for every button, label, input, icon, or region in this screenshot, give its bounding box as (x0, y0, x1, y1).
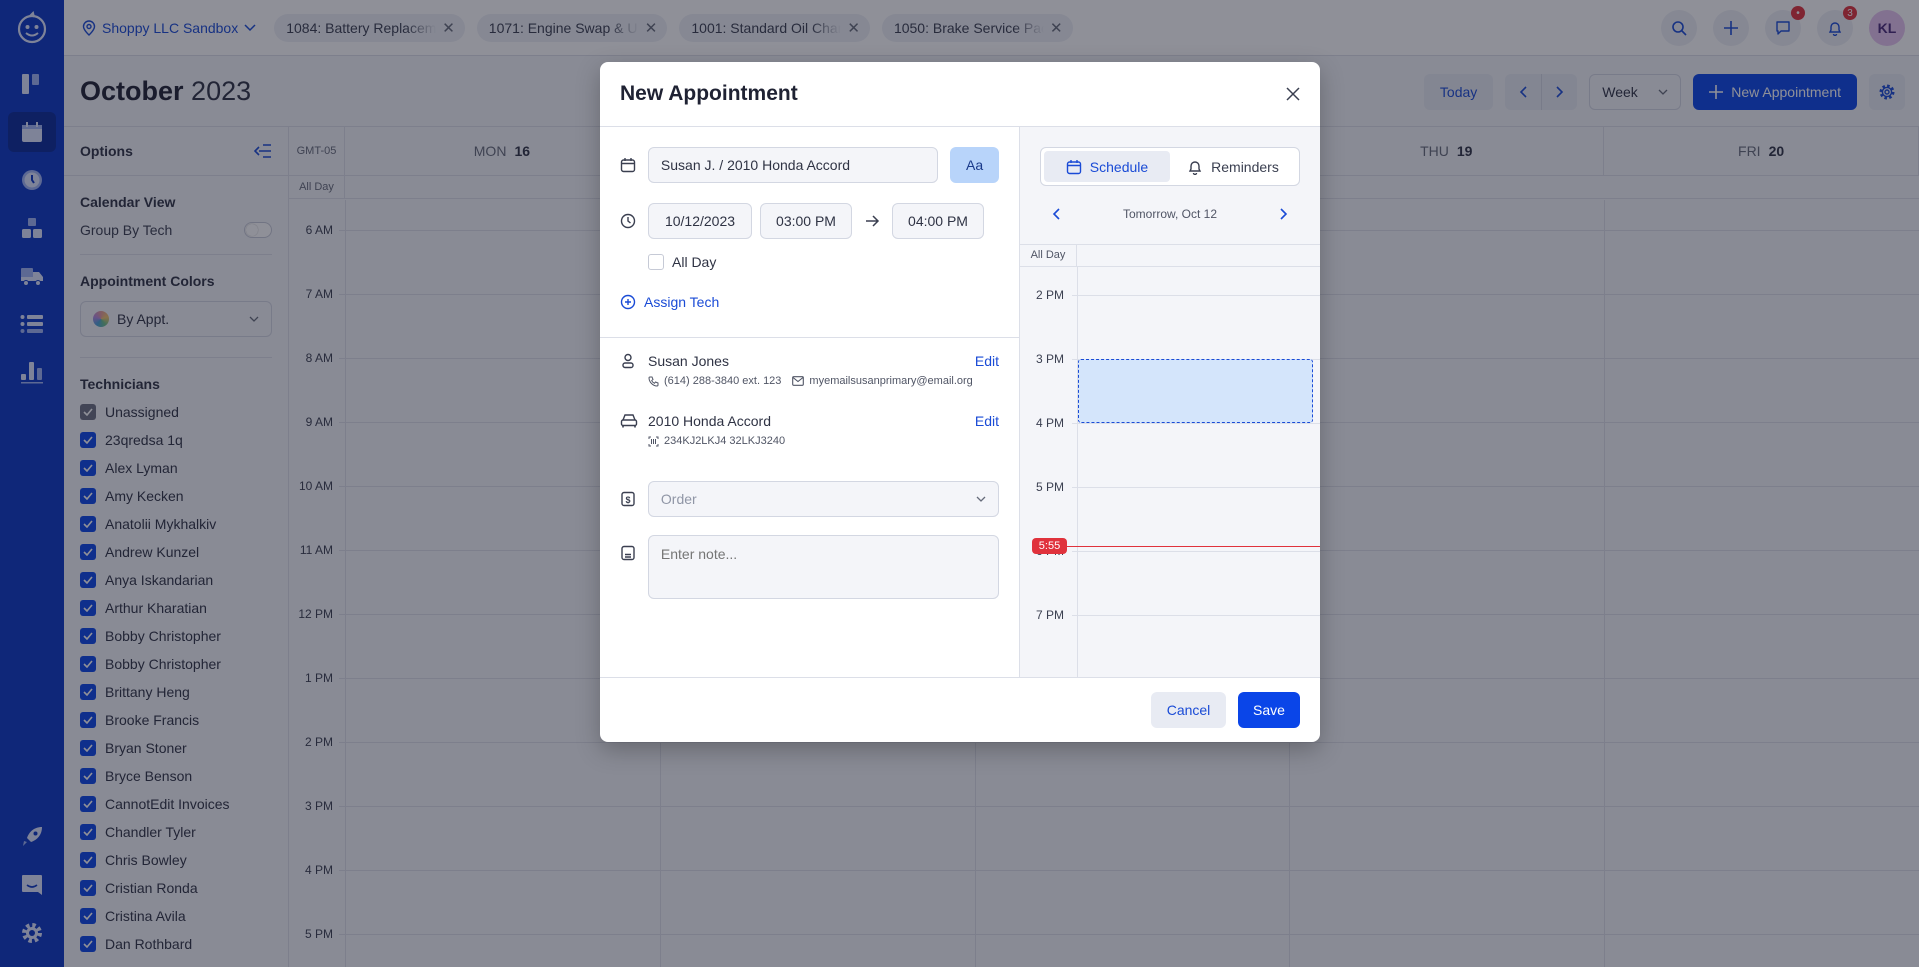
title-format-button[interactable]: Aa (950, 147, 999, 183)
order-placeholder: Order (660, 491, 697, 507)
chevron-left-icon[interactable] (1052, 208, 1060, 220)
mini-hour-gridline (1072, 295, 1320, 296)
modal-title: New Appointment (620, 82, 798, 105)
customer-info: Susan Jones (614) 288-3840 ext. 123 myem… (620, 353, 999, 387)
end-time-input[interactable]: 04:00 PM (892, 203, 984, 239)
reminders-tab[interactable]: Reminders (1170, 151, 1296, 182)
current-time-badge: 5:55 (1032, 537, 1067, 554)
chevron-down-icon (976, 496, 986, 502)
edit-customer-link[interactable]: Edit (975, 353, 999, 369)
close-icon[interactable] (1286, 87, 1300, 101)
appointment-form: Susan J. / 2010 Honda Accord Aa 10/12/20… (600, 127, 1020, 677)
mini-hour-label: 7 PM (1035, 608, 1064, 622)
note-icon (621, 545, 635, 561)
customer-phone: (614) 288-3840 ext. 123 (664, 375, 782, 387)
mini-hour-gridline (1072, 423, 1320, 424)
calendar-icon (1066, 159, 1081, 174)
all-day-checkbox[interactable] (648, 254, 664, 270)
edit-vehicle-link[interactable]: Edit (975, 413, 999, 429)
reminders-tab-label: Reminders (1211, 158, 1279, 175)
car-icon (620, 414, 638, 428)
arrow-right-icon (866, 215, 880, 227)
schedule-reminders-toggle: Schedule Reminders (1040, 147, 1300, 186)
calendar-icon (620, 158, 636, 173)
customer-name: Susan Jones (648, 353, 729, 369)
schedule-panel: Schedule Reminders Tomorrow, Oct 12 All … (1020, 127, 1320, 677)
cancel-button[interactable]: Cancel (1151, 692, 1226, 728)
current-time-line (1032, 545, 1320, 547)
svg-text:$: $ (625, 495, 630, 505)
chevron-right-icon[interactable] (1280, 208, 1288, 220)
person-icon (622, 353, 634, 369)
appointment-title-input[interactable]: Susan J. / 2010 Honda Accord (647, 147, 939, 183)
date-input[interactable]: 10/12/2023 (648, 203, 752, 239)
selected-time-block[interactable] (1078, 359, 1313, 423)
plus-circle-icon (620, 294, 636, 310)
order-select[interactable]: Order (647, 481, 999, 517)
assign-tech-button[interactable]: Assign Tech (620, 294, 999, 310)
schedule-tab-label: Schedule (1089, 158, 1149, 175)
note-textarea[interactable] (647, 535, 999, 599)
vin-barcode-icon (648, 436, 659, 446)
assign-tech-label: Assign Tech (644, 294, 720, 310)
new-appointment-modal: New Appointment Susan J. / 2010 Honda Ac… (600, 62, 1320, 742)
vehicle-name: 2010 Honda Accord (648, 413, 771, 429)
mini-hour-label: 5 PM (1035, 480, 1064, 494)
mini-hour-label: 2 PM (1035, 288, 1064, 302)
vehicle-info: 2010 Honda Accord 234KJ2LKJ4 32LKJ3240 E… (620, 413, 999, 447)
mini-hour-gridline (1072, 615, 1320, 616)
mini-hour-label: 3 PM (1035, 352, 1064, 366)
schedule-day-label: Tomorrow, Oct 12 (1122, 207, 1218, 221)
save-button[interactable]: Save (1238, 692, 1300, 728)
order-dollar-icon: $ (621, 491, 635, 507)
phone-icon (648, 376, 659, 387)
customer-email: myemailsusanprimary@email.org (809, 375, 973, 387)
mini-hour-gridline (1072, 551, 1320, 552)
clock-icon (620, 213, 636, 229)
schedule-tab[interactable]: Schedule (1044, 151, 1170, 182)
mini-hour-label: 4 PM (1035, 416, 1064, 430)
mini-day-grid[interactable]: 2 PM3 PM4 PM5 PM6 PM7 PM5:55 (1020, 267, 1320, 677)
mini-hour-gridline (1072, 487, 1320, 488)
vehicle-vin: 234KJ2LKJ4 32LKJ3240 (664, 435, 786, 447)
mini-all-day-label: All Day (1020, 245, 1077, 267)
all-day-label: All Day (672, 254, 717, 270)
start-time-input[interactable]: 03:00 PM (760, 203, 852, 239)
email-icon (792, 376, 805, 386)
bell-icon (1189, 160, 1202, 175)
